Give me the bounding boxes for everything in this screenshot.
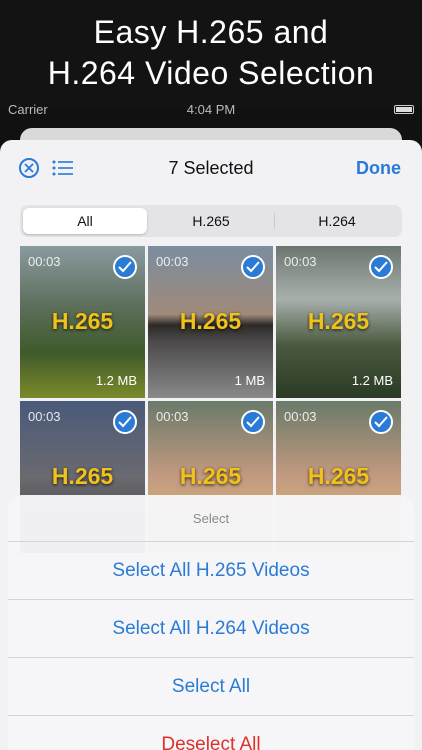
selected-check-icon[interactable] (113, 410, 137, 434)
codec-label: H.265 (307, 308, 370, 334)
select-action-sheet: Select Select All H.265 Videos Select Al… (8, 495, 414, 750)
duration-label: 00:03 (156, 409, 189, 424)
selected-check-icon[interactable] (241, 410, 265, 434)
codec-label: H.265 (179, 308, 242, 334)
select-all-h264-button[interactable]: Select All H.264 Videos (8, 599, 414, 657)
codec-label: H.265 (51, 308, 114, 334)
file-size-label: 1.2 MB (351, 373, 393, 388)
selected-check-icon[interactable] (113, 255, 137, 279)
segment-h265[interactable]: H.265 (148, 208, 274, 234)
video-thumbnail[interactable]: 00:03 H.265 1.2 MB (20, 246, 145, 398)
action-sheet-overlay: Select Select All H.265 Videos Select Al… (0, 495, 422, 750)
codec-label: H.265 (307, 463, 370, 489)
codec-filter-segmented-control: All H.265 H.264 (20, 205, 402, 237)
duration-label: 00:03 (28, 254, 61, 269)
selected-check-icon[interactable] (241, 255, 265, 279)
duration-label: 00:03 (284, 409, 317, 424)
status-bar: Carrier 4:04 PM (0, 96, 422, 126)
segment-h264[interactable]: H.264 (275, 208, 399, 234)
promo-banner: Easy H.265 and H.264 Video Selection (0, 0, 422, 108)
video-grid: 00:03 H.265 1.2 MB 00:03 H.265 1 MB 00:0… (20, 246, 402, 553)
duration-label: 00:03 (28, 409, 61, 424)
promo-headline-line2: H.264 Video Selection (47, 55, 375, 91)
action-sheet-title: Select (192, 511, 230, 526)
selected-check-icon[interactable] (369, 255, 393, 279)
video-thumbnail[interactable]: 00:03 H.265 1.2 MB (276, 246, 401, 398)
done-button[interactable]: Done (356, 158, 401, 179)
select-all-button[interactable]: Select All (8, 657, 414, 715)
selected-check-icon[interactable] (369, 410, 393, 434)
file-size-label: 1 MB (234, 373, 265, 388)
battery-icon (394, 105, 414, 114)
segment-all[interactable]: All (23, 208, 147, 234)
duration-label: 00:03 (284, 254, 317, 269)
select-all-h265-button[interactable]: Select All H.265 Videos (8, 541, 414, 599)
codec-label: H.265 (179, 463, 242, 489)
deselect-all-button[interactable]: Deselect All (8, 715, 414, 750)
file-size-label: 1.2 MB (95, 373, 137, 388)
promo-headline-line1: Easy H.265 and (93, 14, 329, 50)
duration-label: 00:03 (156, 254, 189, 269)
nav-bar: 7 Selected Done (0, 140, 422, 198)
clock: 4:04 PM (186, 102, 236, 117)
codec-label: H.265 (51, 463, 114, 489)
video-thumbnail[interactable]: 00:03 H.265 1 MB (148, 246, 273, 398)
